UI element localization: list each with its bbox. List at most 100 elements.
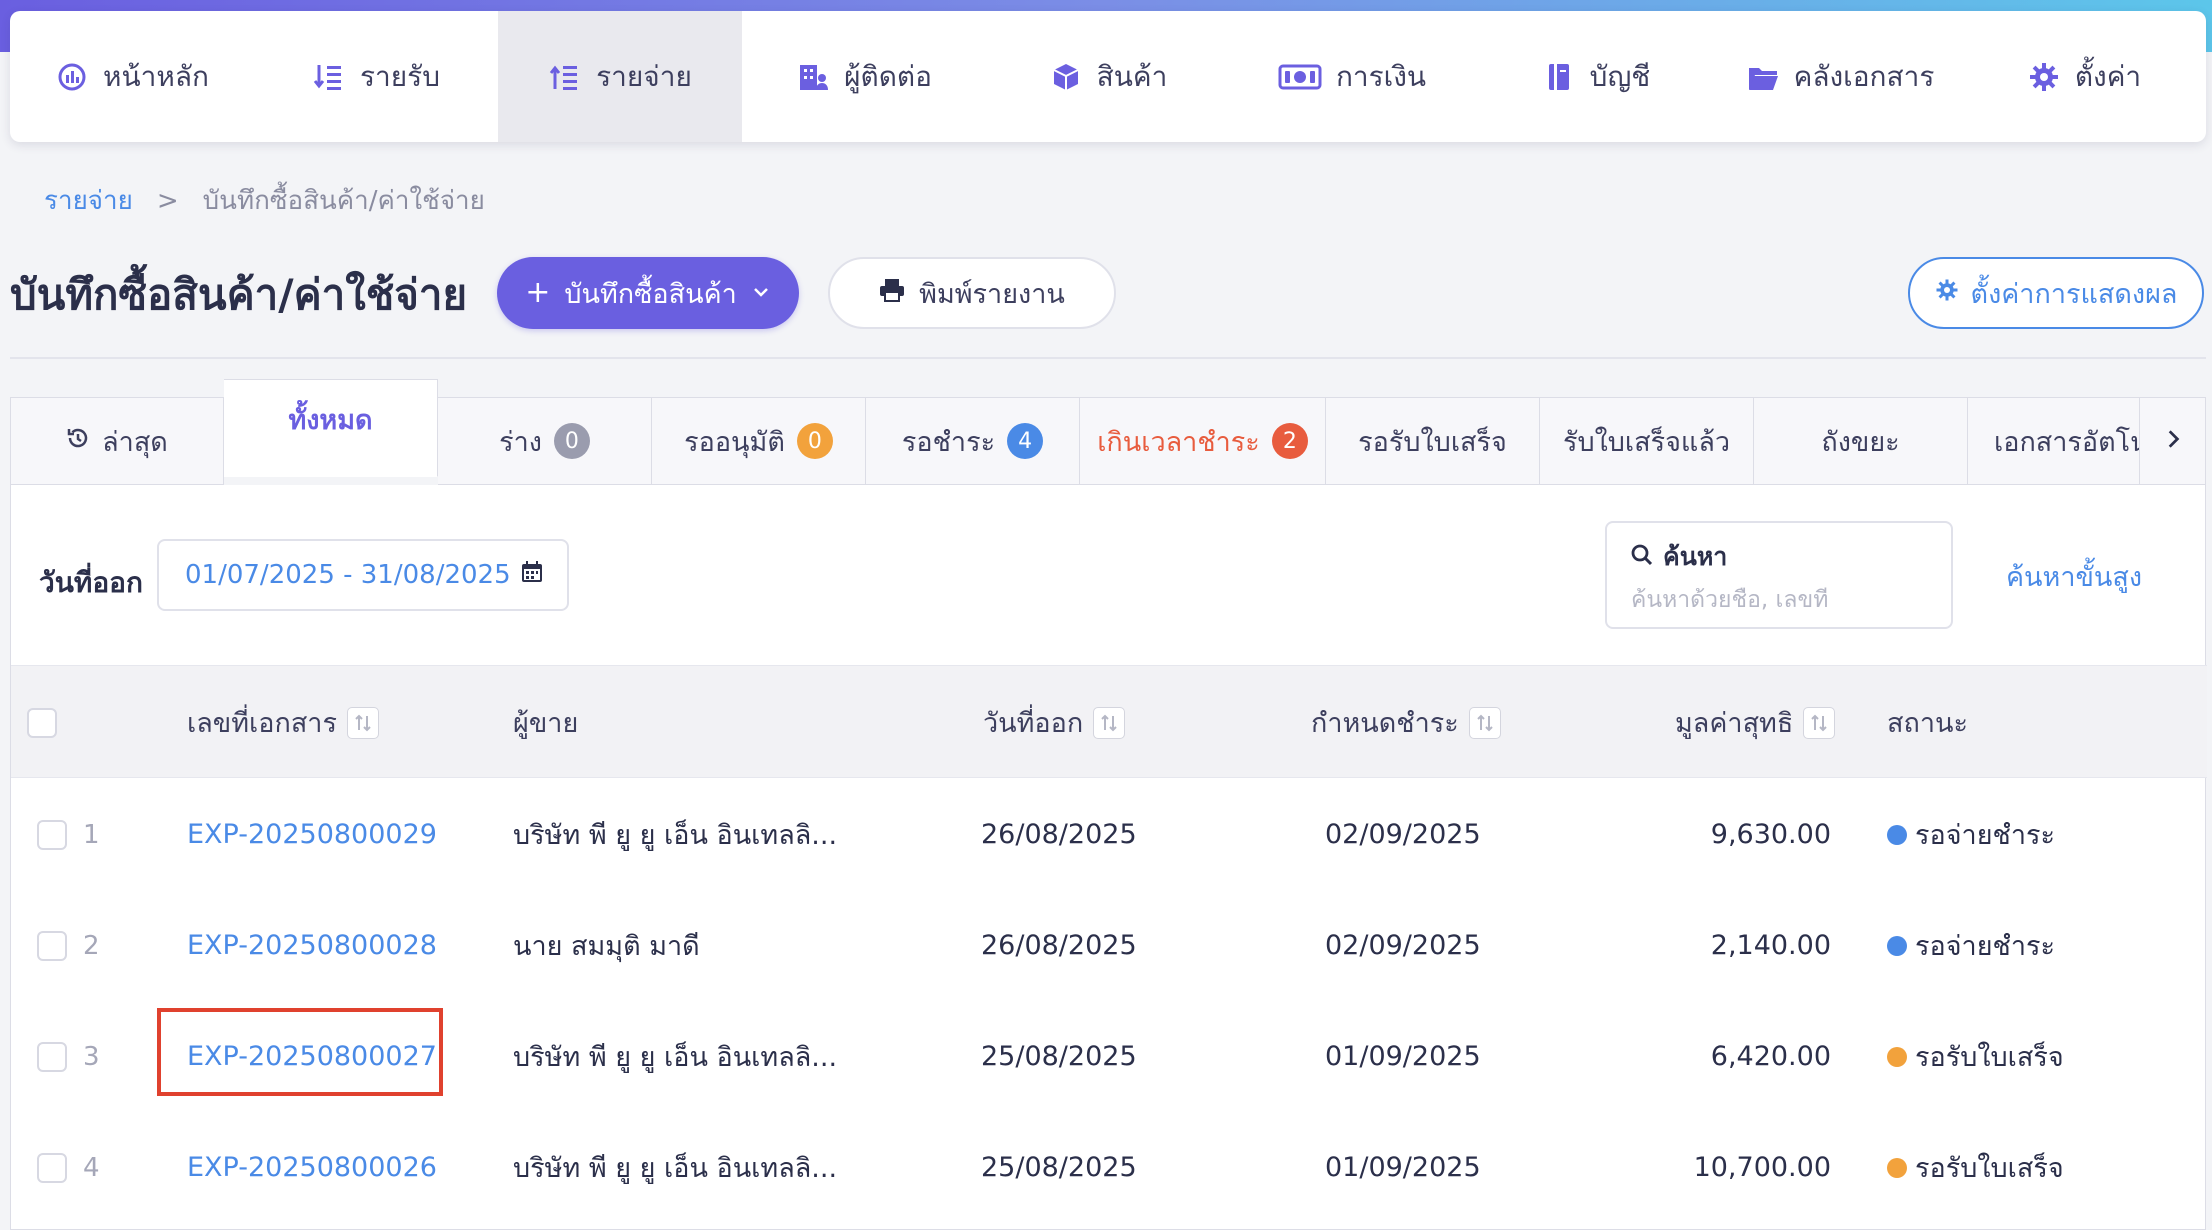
tab-label: รอรับใบเสร็จ	[1358, 426, 1507, 458]
count-badge: 4	[1007, 423, 1044, 459]
status-dot	[1887, 824, 1907, 845]
nav-item-finance[interactable]: การเงิน	[1230, 11, 1474, 142]
breadcrumb-link-expense[interactable]: รายจ่าย	[44, 180, 133, 221]
tab-auto-documents[interactable]: เอกสารอัตโน	[1968, 397, 2140, 485]
main-nav: หน้าหลัก รายรับ รายจ่าย ผู้ติดต่อ สินค้า…	[10, 11, 2206, 142]
tab-label: ล่าสุด	[102, 426, 168, 458]
doc-number-link[interactable]: EXP-20250800028	[187, 890, 437, 1001]
row-number: 3	[83, 1041, 100, 1072]
row-checkbox[interactable]	[37, 930, 67, 961]
header-doc-no[interactable]: เลขที่เอกสาร	[187, 666, 379, 779]
income-list-icon	[312, 60, 346, 94]
tab-pending-approval[interactable]: รออนุมัติ 0	[652, 397, 866, 485]
tab-label: ทั้งหมด	[288, 404, 373, 436]
due-date: 02/09/2025	[1325, 819, 1481, 850]
print-report-label: พิมพ์รายงาน	[919, 278, 1065, 310]
vendor-name: บริษัท พี ยู ยู เอ็น อินเทลลิ...	[513, 1042, 838, 1073]
header-label: กำหนดชำระ	[1311, 708, 1459, 739]
nav-item-products[interactable]: สินค้า	[986, 11, 1230, 142]
nav-item-income[interactable]: รายรับ	[254, 11, 498, 142]
breadcrumb-current: บันทึกซื้อสินค้า/ค่าใช้จ่าย	[202, 186, 485, 216]
search-field[interactable]: ค้นหา	[1605, 521, 1953, 629]
header-due-date[interactable]: กำหนดชำระ	[1311, 666, 1501, 779]
status-dot	[1887, 1157, 1907, 1178]
tab-trash[interactable]: ถังขยะ	[1754, 397, 1968, 485]
table-row[interactable]: 4 EXP-20250800026 บริษัท พี ยู ยู เอ็น อ…	[11, 1112, 2207, 1223]
contacts-building-icon	[796, 60, 830, 94]
doc-number-link[interactable]: EXP-20250800029	[187, 779, 437, 890]
tab-receipt-received[interactable]: รับใบเสร็จแล้ว	[1540, 397, 1754, 485]
select-all-checkbox[interactable]	[27, 707, 57, 738]
history-icon	[66, 426, 90, 457]
nav-item-contacts[interactable]: ผู้ติดต่อ	[742, 11, 986, 142]
tabs-scroll-right-button[interactable]	[2140, 397, 2206, 485]
header-issue-date[interactable]: วันที่ออก	[983, 666, 1126, 779]
plus-icon: +	[525, 275, 551, 310]
header-vendor: ผู้ขาย	[513, 666, 578, 779]
due-date: 01/09/2025	[1325, 1041, 1481, 1072]
tab-draft[interactable]: ร่าง 0	[438, 397, 652, 485]
sort-icon[interactable]	[1803, 706, 1836, 739]
status-badge: รอจ่ายชำระ	[1887, 779, 2055, 890]
gear-icon	[2027, 60, 2061, 94]
count-badge: 2	[1271, 423, 1308, 459]
header-label: เลขที่เอกสาร	[187, 708, 337, 739]
dashboard-icon	[55, 60, 89, 94]
issue-date: 26/08/2025	[981, 819, 1137, 850]
header-net-value[interactable]: มูลค่าสุทธิ	[1675, 666, 1836, 779]
add-purchase-button[interactable]: + บันทึกซื้อสินค้า	[497, 257, 799, 329]
nav-item-settings[interactable]: ตั้งค่า	[1962, 11, 2206, 142]
nav-item-accounting[interactable]: บัญชี	[1474, 11, 1718, 142]
tab-label: ถังขยะ	[1821, 426, 1900, 458]
search-input[interactable]	[1631, 587, 1931, 613]
sort-icon[interactable]	[1468, 706, 1501, 739]
nav-label: สินค้า	[1096, 59, 1168, 93]
row-number: 1	[83, 819, 100, 850]
header-label: มูลค่าสุทธิ	[1675, 708, 1794, 739]
header-label: วันที่ออก	[983, 708, 1084, 739]
vendor-name: นาย สมมุติ มาดี	[513, 931, 700, 962]
doc-number-link[interactable]: EXP-20250800026	[187, 1112, 437, 1223]
highlight-annotation-box	[157, 1008, 443, 1096]
sort-icon[interactable]	[346, 706, 379, 739]
display-settings-label: ตั้งค่าการแสดงผล	[1970, 278, 2178, 310]
status-badge: รอจ่ายชำระ	[1887, 890, 2055, 1001]
gear-icon	[1935, 278, 1959, 309]
add-purchase-label: บันทึกซื้อสินค้า	[564, 278, 737, 310]
print-report-button[interactable]: พิมพ์รายงาน	[828, 257, 1116, 329]
status-label: รอจ่ายชำระ	[1915, 931, 2056, 962]
date-range-picker[interactable]: 01/07/2025 - 31/08/2025	[157, 539, 569, 611]
breadcrumb-separator: >	[156, 185, 179, 216]
tab-overdue[interactable]: เกินเวลาชำระ 2	[1080, 397, 1326, 485]
status-badge: รอรับใบเสร็จ	[1887, 1112, 2064, 1223]
tab-recent[interactable]: ล่าสุด	[10, 397, 224, 485]
row-number: 2	[83, 930, 100, 961]
vendor-name: บริษัท พี ยู ยู เอ็น อินเทลลิ...	[513, 1153, 838, 1184]
issue-date: 26/08/2025	[981, 930, 1137, 961]
tab-label: ร่าง	[499, 426, 542, 458]
nav-item-documents[interactable]: คลังเอกสาร	[1718, 11, 1962, 142]
due-date: 01/09/2025	[1325, 1152, 1481, 1183]
status-badge: รอรับใบเสร็จ	[1887, 1001, 2064, 1112]
divider	[10, 357, 2206, 359]
header-status: สถานะ	[1887, 666, 1968, 779]
row-checkbox[interactable]	[37, 1152, 67, 1183]
row-checkbox[interactable]	[37, 1041, 67, 1072]
sort-icon[interactable]	[1093, 706, 1126, 739]
net-value: 10,700.00	[1693, 1152, 1831, 1183]
issue-date: 25/08/2025	[981, 1041, 1137, 1072]
display-settings-button[interactable]: ตั้งค่าการแสดงผล	[1908, 257, 2204, 329]
nav-item-expense[interactable]: รายจ่าย	[498, 11, 742, 142]
tab-awaiting-payment[interactable]: รอชำระ 4	[866, 397, 1080, 485]
row-checkbox[interactable]	[37, 819, 67, 850]
table-row[interactable]: 1 EXP-20250800029 บริษัท พี ยู ยู เอ็น อ…	[11, 779, 2207, 890]
folder-icon	[1746, 60, 1780, 94]
nav-item-home[interactable]: หน้าหลัก	[10, 11, 254, 142]
nav-label: ตั้งค่า	[2074, 59, 2142, 93]
tab-awaiting-receipt[interactable]: รอรับใบเสร็จ	[1326, 397, 1540, 485]
advanced-search-link[interactable]: ค้นหาขั้นสูง	[2006, 555, 2142, 598]
table-row[interactable]: 2 EXP-20250800028 นาย สมมุติ มาดี 26/08/…	[11, 890, 2207, 1001]
tab-all[interactable]: ทั้งหมด	[224, 379, 438, 477]
nav-label: บัญชี	[1589, 59, 1651, 93]
tab-label: รอชำระ	[901, 426, 996, 458]
